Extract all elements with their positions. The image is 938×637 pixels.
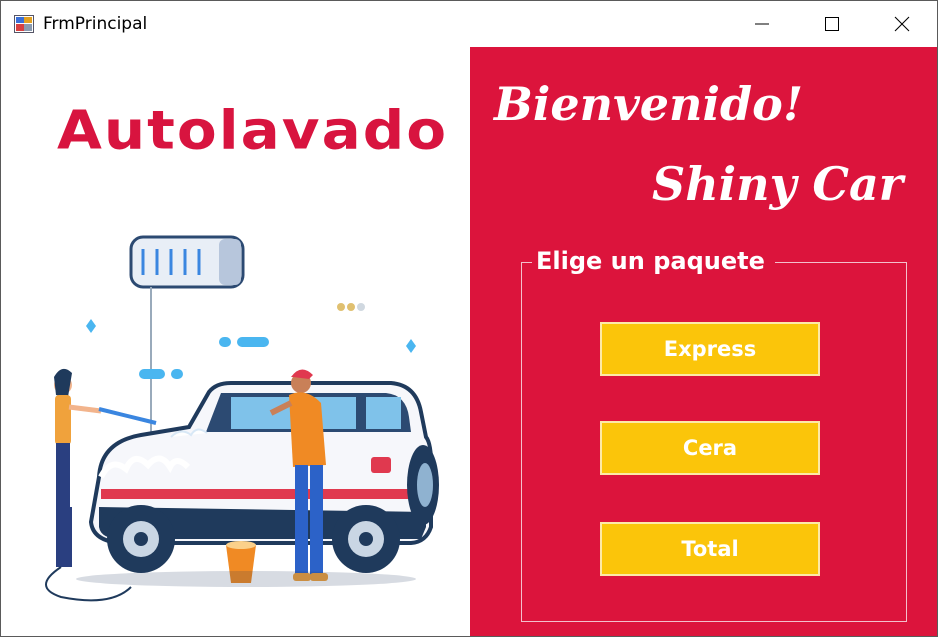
minimize-button[interactable] — [727, 1, 797, 47]
minimize-icon — [755, 23, 769, 25]
brand-name: Shiny Car — [652, 157, 903, 211]
maximize-icon — [825, 17, 839, 31]
car-wash-illustration — [45, 235, 439, 602]
right-panel: Bienvenido! Shiny Car Elige un paquete E… — [470, 47, 937, 636]
title-bar[interactable]: FrmPrincipal — [1, 1, 937, 47]
app-icon — [14, 15, 34, 33]
main-window: FrmPrincipal Autolavado Bienvenido! Shin… — [0, 0, 938, 637]
package-group-legend: Elige un paquete — [532, 247, 775, 275]
autolavado-logo: Autolavado — [57, 99, 449, 162]
close-icon — [894, 16, 910, 32]
welcome-heading: Bienvenido! — [494, 77, 804, 131]
window-title: FrmPrincipal — [43, 14, 148, 34]
package-group: Elige un paquete Express Cera Total — [521, 247, 907, 622]
maximize-button[interactable] — [797, 1, 867, 47]
cera-button[interactable]: Cera — [600, 421, 820, 475]
left-panel: Autolavado — [1, 47, 470, 636]
express-button[interactable]: Express — [600, 322, 820, 376]
total-button[interactable]: Total — [600, 522, 820, 576]
close-button[interactable] — [867, 1, 937, 47]
